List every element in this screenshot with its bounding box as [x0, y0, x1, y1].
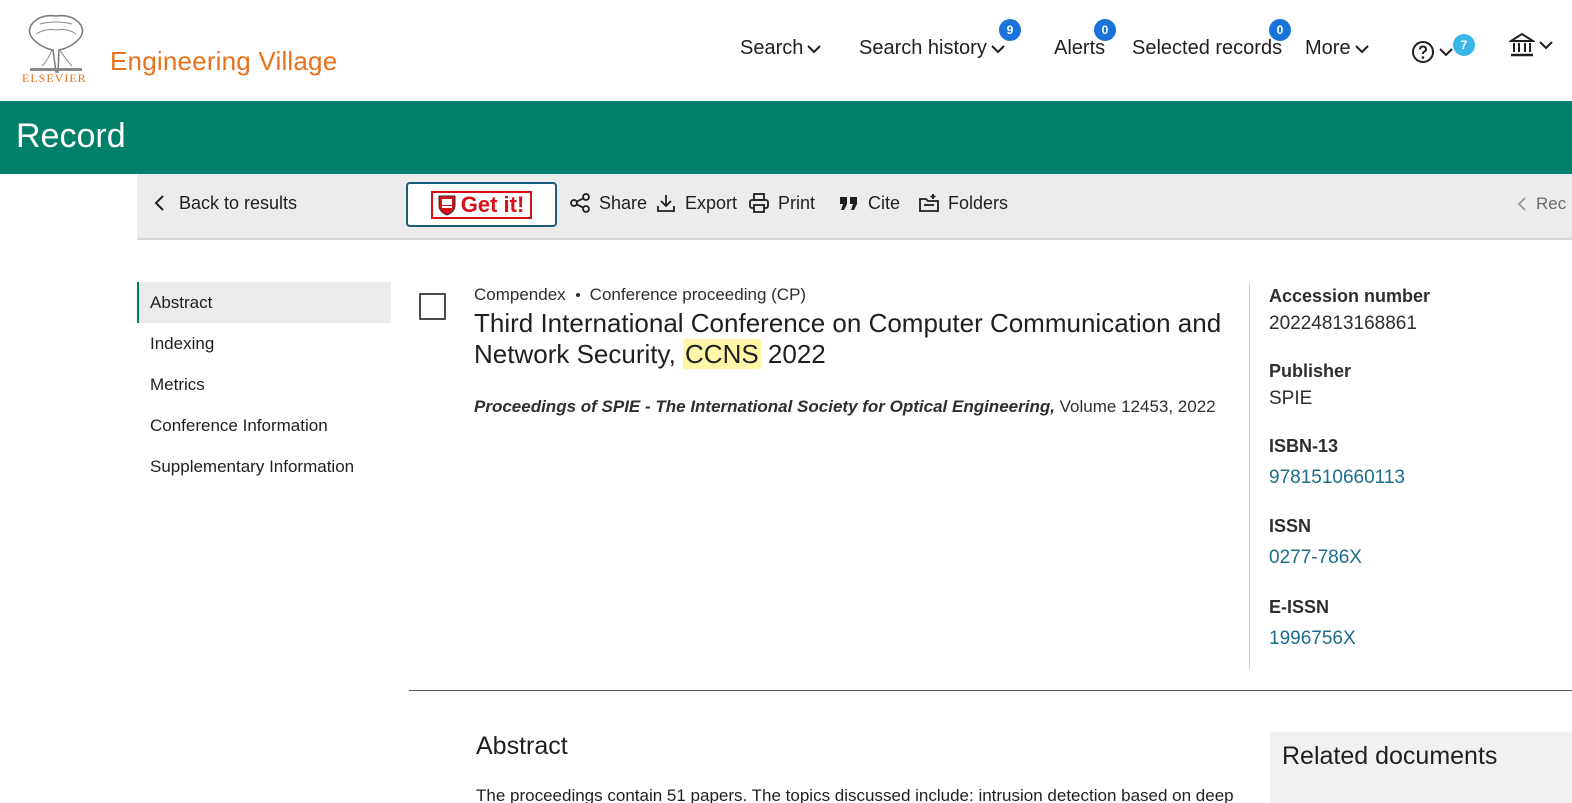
print-button[interactable]: Print [748, 192, 815, 214]
elsevier-wordmark: ELSEVIER [22, 71, 87, 85]
nav-more-label: More [1305, 37, 1351, 59]
nav-search[interactable]: Search [740, 37, 823, 60]
nav-alerts-label: Alerts [1054, 37, 1106, 59]
institution-icon [1509, 32, 1535, 57]
chevron-down-icon [807, 44, 822, 53]
accession-number-block: Accession number 20224813168861 [1269, 286, 1569, 335]
section-nav-supplementary-information[interactable]: Supplementary Information [137, 446, 391, 487]
related-documents-heading: Related documents [1282, 742, 1498, 770]
section-nav-metrics[interactable]: Metrics [137, 364, 391, 405]
accession-number-value: 20224813168861 [1269, 313, 1417, 334]
source-volume-year: Volume 12453, 2022 [1054, 397, 1216, 416]
nav-search-label: Search [740, 37, 804, 59]
related-documents-panel: Related documents [1270, 732, 1572, 803]
chevron-down-icon [991, 44, 1005, 53]
nav-more[interactable]: More [1305, 37, 1371, 60]
nav-search-history-label: Search history [859, 37, 987, 59]
section-navigation: Abstract Indexing Metrics Conference Inf… [137, 282, 391, 487]
export-button[interactable]: Export [655, 192, 737, 214]
help-question-icon [1412, 41, 1434, 63]
get-it-label: Get it! [460, 191, 525, 217]
nav-selected-records-label: Selected records [1132, 37, 1283, 59]
shield-icon [438, 195, 456, 216]
eissn-link[interactable]: 1996756X [1269, 628, 1569, 650]
chevron-left-icon [154, 195, 164, 211]
printer-icon [749, 193, 769, 213]
record-navigation-label: Rec [1536, 194, 1567, 213]
record-title-text: Third International Conference on Comput… [474, 308, 1222, 369]
folders-label: Folders [948, 192, 1009, 213]
help-count-badge: 7 [1453, 34, 1475, 56]
get-it-button[interactable]: Get it! [406, 182, 557, 227]
record-source: Proceedings of SPIE - The International … [474, 397, 1216, 417]
print-label: Print [778, 192, 816, 213]
record-navigation[interactable]: Rec [1514, 194, 1566, 214]
quote-icon [840, 197, 857, 210]
issn-block: ISSN 0277-786X [1269, 516, 1569, 569]
export-label: Export [685, 192, 738, 213]
publisher-block: Publisher SPIE [1269, 361, 1569, 410]
brand-name[interactable]: Engineering Village [110, 46, 337, 77]
isbn-block: ISBN-13 9781510660113 [1269, 436, 1569, 489]
share-icon [570, 193, 590, 213]
nav-help[interactable] [1411, 40, 1455, 64]
vertical-divider [1249, 283, 1250, 670]
abstract-text: The proceedings contain 51 papers. The t… [476, 786, 1234, 803]
nav-search-history[interactable]: Search history [859, 37, 1007, 60]
issn-link[interactable]: 0277-786X [1269, 547, 1569, 569]
selected-records-count-badge: 0 [1269, 19, 1291, 41]
record-title: Third International Conference on Comput… [474, 308, 1234, 370]
top-header: ELSEVIER Engineering Village Search Sear… [0, 0, 1572, 101]
download-icon [657, 195, 675, 212]
page-title-band: Record [0, 101, 1572, 174]
chevron-down-icon [1354, 44, 1369, 53]
source-title[interactable]: Proceedings of SPIE - The International … [474, 397, 1055, 416]
record-toolbar: Back to results Get it! Share Export Pri… [137, 174, 1572, 240]
abstract-heading: Abstract [476, 732, 568, 760]
separator-dot [575, 293, 580, 297]
record-meta: Compendex Conference proceeding (CP) [474, 285, 806, 305]
folder-add-icon [919, 194, 939, 212]
accession-number-label: Accession number [1269, 286, 1431, 306]
section-nav-abstract[interactable]: Abstract [137, 282, 391, 323]
section-nav-indexing[interactable]: Indexing [137, 323, 391, 364]
record-title-year: 2022 [760, 339, 826, 369]
nav-selected-records[interactable]: Selected records [1132, 37, 1282, 60]
back-to-results-link[interactable]: Back to results [149, 192, 297, 214]
isbn-label: ISBN-13 [1269, 436, 1339, 456]
cite-label: Cite [868, 192, 901, 213]
chevron-down-icon [1539, 41, 1553, 50]
nav-alerts[interactable]: Alerts [1054, 37, 1105, 60]
database-name: Compendex [474, 285, 566, 304]
issn-label: ISSN [1269, 516, 1312, 536]
share-button[interactable]: Share [569, 192, 647, 214]
cite-button[interactable]: Cite [838, 192, 900, 214]
alerts-count-badge: 0 [1094, 19, 1116, 41]
nav-institution[interactable] [1509, 32, 1555, 58]
publisher-value: SPIE [1269, 388, 1313, 409]
horizontal-divider [409, 690, 1572, 691]
eissn-label: E-ISSN [1269, 597, 1330, 617]
chevron-left-icon [1517, 197, 1526, 211]
get-it-badge: Get it! [430, 190, 533, 219]
isbn-link[interactable]: 9781510660113 [1269, 467, 1569, 489]
folders-button[interactable]: Folders [918, 192, 1008, 214]
elsevier-tree-logo[interactable] [22, 10, 90, 74]
search-term-highlight: CCNS [683, 339, 761, 369]
section-nav-conference-information[interactable]: Conference Information [137, 405, 391, 446]
publisher-label: Publisher [1269, 361, 1352, 381]
page-title: Record [16, 117, 126, 155]
document-type: Conference proceeding (CP) [589, 285, 807, 304]
select-record-checkbox[interactable] [419, 293, 446, 320]
share-label: Share [599, 192, 648, 213]
eissn-block: E-ISSN 1996756X [1269, 597, 1569, 650]
search-history-count-badge: 9 [999, 19, 1021, 41]
back-to-results-label: Back to results [179, 192, 298, 213]
